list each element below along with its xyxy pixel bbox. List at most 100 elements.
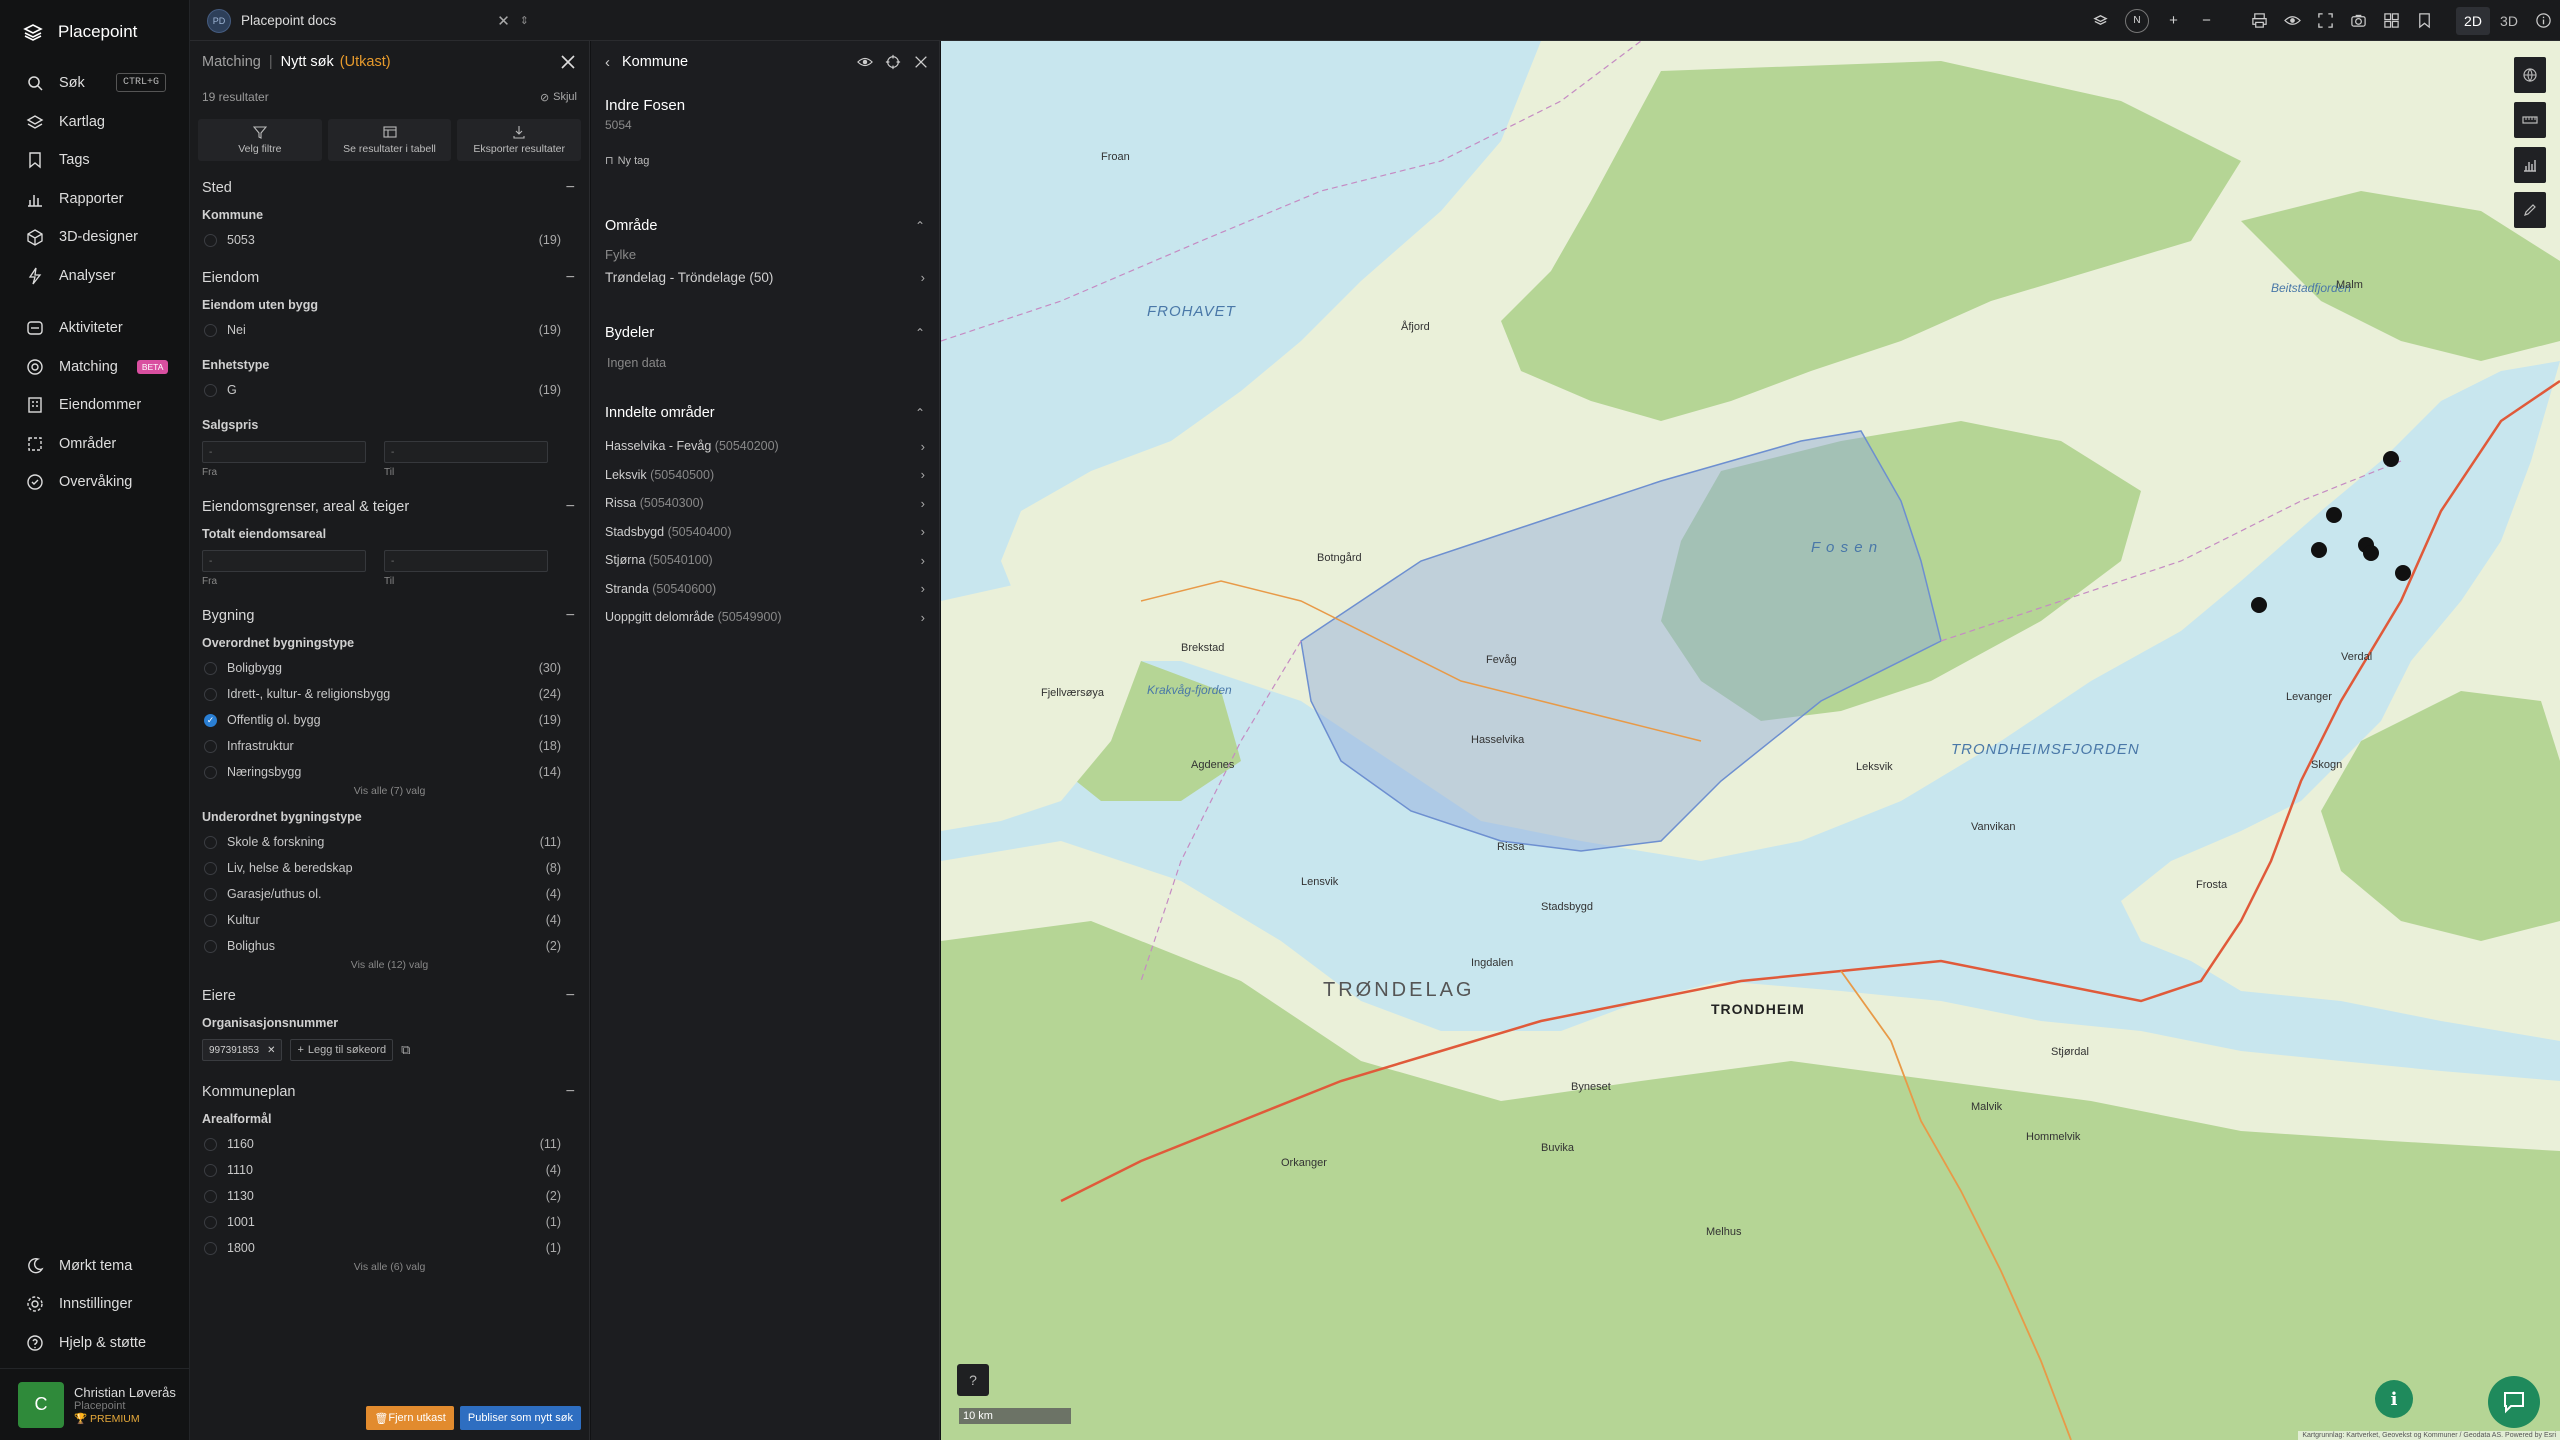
info-icon[interactable]: i: [2375, 1380, 2413, 1418]
filter-option[interactable]: ✓ Offentlig ol. bygg (19): [190, 707, 589, 733]
checkbox[interactable]: [204, 383, 217, 397]
checkbox[interactable]: [204, 739, 217, 753]
subarea-row[interactable]: Stjørna (50540100) ›: [591, 546, 939, 575]
zoom-out-icon[interactable]: −: [2190, 0, 2223, 41]
sidebar-item-analyser[interactable]: Analyser: [0, 257, 189, 296]
view-2d-button[interactable]: 2D: [2456, 6, 2490, 35]
filter-option[interactable]: 1110 (4): [190, 1157, 589, 1183]
collapse-icon[interactable]: −: [566, 179, 575, 197]
filter-option[interactable]: 1800 (1): [190, 1235, 589, 1261]
sidebar-item-tags[interactable]: Tags: [0, 141, 189, 180]
subarea-row[interactable]: Stranda (50540600) ›: [591, 575, 939, 604]
show-all-link[interactable]: Vis alle (7) valg: [190, 785, 589, 801]
view-3d-button[interactable]: 3D: [2492, 7, 2526, 35]
collapse-icon[interactable]: −: [566, 269, 575, 287]
checkbox[interactable]: [204, 661, 217, 675]
section-eiendom[interactable]: Eiendom −: [190, 263, 589, 293]
price-from-input[interactable]: [202, 441, 366, 463]
grid-icon[interactable]: [2375, 0, 2408, 41]
filter-option[interactable]: 5053 (19): [190, 227, 589, 253]
hide-button[interactable]: ⊘ Skjul: [540, 91, 577, 104]
sidebar-item-aktiviteter[interactable]: Aktiviteter: [0, 309, 189, 348]
result-marker[interactable]: [2395, 565, 2411, 581]
back-icon[interactable]: ‹: [605, 54, 610, 71]
checkbox[interactable]: [204, 835, 217, 849]
subarea-row[interactable]: Hasselvika - Fevåg (50540200) ›: [591, 432, 939, 461]
brand[interactable]: Placepoint: [0, 0, 189, 64]
copy-icon[interactable]: ⧉: [401, 1042, 410, 1058]
chevron-up-icon[interactable]: ⌃: [915, 219, 925, 233]
chart-tool-button[interactable]: [2514, 147, 2546, 183]
fullscreen-icon[interactable]: [2309, 0, 2342, 41]
filter-option[interactable]: 1130 (2): [190, 1183, 589, 1209]
sidebar-item-søk[interactable]: Søk CTRL+G: [0, 64, 189, 103]
checkbox[interactable]: [204, 861, 217, 875]
docs-selector[interactable]: PD Placepoint docs ✕ ⇕: [207, 7, 529, 34]
filter-option[interactable]: G (19): [190, 377, 589, 403]
zoom-in-icon[interactable]: +: [2157, 0, 2190, 41]
section-omrade[interactable]: Område ⌃: [591, 211, 939, 241]
filter-option[interactable]: Skole & forskning (11): [190, 829, 589, 855]
bookmark-icon[interactable]: [2408, 0, 2441, 41]
filter-option[interactable]: Garasje/uthus ol. (4): [190, 881, 589, 907]
publish-button[interactable]: Publiser som nytt søk: [459, 1406, 581, 1430]
result-marker[interactable]: [2251, 597, 2267, 613]
section-bygning[interactable]: Bygning −: [190, 601, 589, 631]
sidebar-item-kartlag[interactable]: Kartlag: [0, 103, 189, 142]
checkbox[interactable]: [204, 939, 217, 953]
section-sted[interactable]: Sted −: [190, 173, 589, 203]
collapse-icon[interactable]: −: [566, 1083, 575, 1101]
price-to-input[interactable]: [384, 441, 548, 463]
collapse-icon[interactable]: −: [566, 498, 575, 516]
chevron-updown-icon[interactable]: ⇕: [520, 14, 529, 27]
locate-icon[interactable]: [885, 54, 901, 70]
measure-tool-button[interactable]: [2514, 102, 2546, 138]
help-icon[interactable]: ?: [957, 1364, 989, 1396]
filter-option[interactable]: Boligbygg (30): [190, 655, 589, 681]
breadcrumb-matching[interactable]: Matching: [202, 54, 261, 70]
compass-icon[interactable]: N: [2117, 0, 2157, 41]
export-results-button[interactable]: Eksporter resultater: [457, 119, 582, 161]
area-to-input[interactable]: [384, 550, 548, 572]
filter-option[interactable]: Kultur (4): [190, 907, 589, 933]
show-all-link[interactable]: Vis alle (6) valg: [190, 1261, 589, 1277]
collapse-icon[interactable]: −: [566, 987, 575, 1005]
sidebar-item-rapporter[interactable]: Rapporter: [0, 180, 189, 219]
filter-option[interactable]: 1160 (11): [190, 1131, 589, 1157]
filter-option[interactable]: Liv, helse & beredskap (8): [190, 855, 589, 881]
eye-icon[interactable]: [2276, 0, 2309, 41]
print-icon[interactable]: [2243, 0, 2276, 41]
layers-tool-button[interactable]: [2514, 57, 2546, 93]
result-marker[interactable]: [2363, 545, 2379, 561]
checkbox[interactable]: [204, 323, 217, 337]
remove-chip-icon[interactable]: ✕: [267, 1045, 275, 1056]
new-tag-button[interactable]: ⊓ Ny tag: [591, 154, 939, 168]
result-marker[interactable]: [2383, 451, 2399, 467]
table-view-button[interactable]: Se resultater i tabell: [327, 119, 452, 161]
filter-option[interactable]: Nei (19): [190, 317, 589, 343]
checkbox[interactable]: [204, 1241, 217, 1255]
subarea-row[interactable]: Uoppgitt delområde (50549900) ›: [591, 603, 939, 632]
chevron-up-icon[interactable]: ⌃: [915, 406, 925, 420]
section-inndelte[interactable]: Inndelte områder ⌃: [591, 398, 939, 428]
checkbox[interactable]: [204, 233, 217, 247]
layers-stack-icon[interactable]: [2084, 0, 2117, 41]
sidebar-item-eiendommer[interactable]: Eiendommer: [0, 386, 189, 425]
edit-tool-button[interactable]: [2514, 192, 2546, 228]
sidebar-item-matching[interactable]: Matching BETA: [0, 348, 189, 387]
subarea-row[interactable]: Leksvik (50540500) ›: [591, 461, 939, 490]
filter-option[interactable]: 1001 (1): [190, 1209, 589, 1235]
section-kommuneplan[interactable]: Kommuneplan −: [190, 1077, 589, 1107]
checkbox[interactable]: [204, 913, 217, 927]
checkbox[interactable]: [204, 1215, 217, 1229]
section-bydeler[interactable]: Bydeler ⌃: [591, 318, 939, 348]
filter-option[interactable]: Idrett-, kultur- & religionsbygg (24): [190, 681, 589, 707]
checkbox[interactable]: ✓: [204, 713, 217, 727]
subarea-row[interactable]: Stadsbygd (50540400) ›: [591, 518, 939, 547]
sidebar-item-innstillinger[interactable]: Innstillinger: [0, 1285, 189, 1324]
collapse-icon[interactable]: −: [566, 607, 575, 625]
map-canvas[interactable]: FROHAVET TRØNDELAG TRONDHEIM F o s e n TROND…: [941, 41, 2560, 1440]
checkbox[interactable]: [204, 765, 217, 779]
sidebar-item-3d-designer[interactable]: 3D-designer: [0, 218, 189, 257]
checkbox[interactable]: [204, 1163, 217, 1177]
